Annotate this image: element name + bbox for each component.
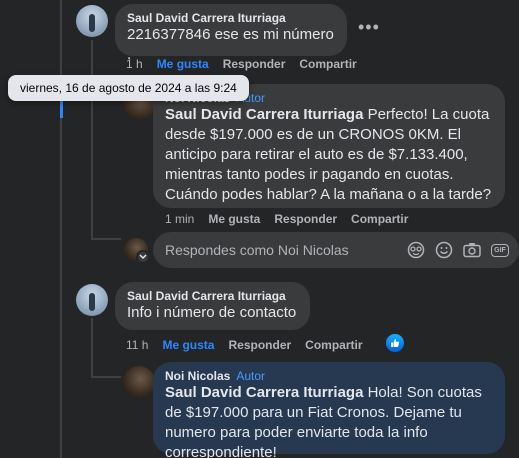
like-button[interactable]: Me gusta (157, 57, 209, 71)
avatar-dropdown-icon[interactable] (136, 250, 150, 264)
emoji-icon[interactable] (435, 241, 453, 259)
like-reaction-icon[interactable] (386, 334, 404, 352)
comment-bubble: Saul David Carrera Iturriaga 2216377846 … (115, 4, 347, 63)
share-button[interactable]: Compartir (351, 212, 408, 226)
like-button[interactable]: Me gusta (208, 212, 260, 226)
reply-text: Saul David Carrera Iturriaga Hola! Son c… (165, 383, 493, 458)
comment-author[interactable]: Saul David Carrera Iturriaga (127, 11, 335, 25)
comment-text: Info i número de contacto (127, 304, 297, 321)
gif-icon[interactable]: GIF (491, 241, 509, 259)
comment-timestamp[interactable]: 1 h (126, 57, 143, 71)
reply-bubble: Noi Nicolas Autor Saul David Carrera Itur… (153, 362, 505, 458)
mention-link[interactable]: Saul David Carrera Iturriaga (165, 384, 363, 401)
thread-connector-composer (91, 238, 121, 240)
reply-author[interactable]: Noi Nicolas (165, 369, 230, 383)
reply-actions: 1 min Me gusta Responder Compartir (165, 212, 422, 226)
avatar[interactable] (76, 284, 108, 316)
thread-line-left (60, 0, 62, 458)
reply-timestamp[interactable]: 1 min (165, 212, 194, 226)
mention-link[interactable]: Saul David Carrera Iturriaga (165, 106, 363, 123)
more-options-icon[interactable]: ••• (358, 17, 380, 38)
reply-button[interactable]: Responder (223, 57, 286, 71)
reply-composer[interactable]: Respondes como Noi Nicolas GIF (153, 232, 519, 268)
like-button[interactable]: Me gusta (162, 338, 214, 352)
thread-line-comment1 (91, 40, 93, 240)
reply-text: Saul David Carrera Iturriaga Perfecto! L… (165, 105, 493, 205)
comment-timestamp[interactable]: 11 h (126, 338, 148, 352)
avatar[interactable] (123, 366, 155, 398)
comment-bubble: Saul David Carrera Iturriaga Info i núme… (115, 282, 310, 330)
comment-actions: 11 h Me gusta Responder Compartir (126, 338, 377, 352)
share-button[interactable]: Compartir (305, 338, 362, 352)
comment-author[interactable]: Saul David Carrera Iturriaga (127, 289, 298, 303)
timestamp-tooltip: viernes, 16 de agosto de 2024 a las 9:24 (8, 75, 249, 101)
reply-button[interactable]: Responder (274, 212, 337, 226)
thread-line-comment2 (91, 318, 93, 376)
author-badge: Autor (236, 369, 266, 383)
camera-icon[interactable] (463, 241, 481, 259)
reply-button[interactable]: Responder (228, 338, 291, 352)
avatar[interactable] (76, 5, 108, 37)
comment-actions: 1 h Me gusta Responder Compartir (126, 57, 371, 71)
reply-author-line: Noi Nicolas Autor (165, 369, 493, 383)
share-button[interactable]: Compartir (299, 57, 356, 71)
reply-input[interactable]: Respondes como Noi Nicolas (165, 242, 407, 258)
reply-bubble: Noi NicolasAutor Saul David Carrera Itur… (153, 84, 505, 208)
gif-label: GIF (491, 243, 509, 257)
sticker-icon[interactable] (407, 241, 425, 259)
thread-connector-reply2 (91, 376, 121, 378)
